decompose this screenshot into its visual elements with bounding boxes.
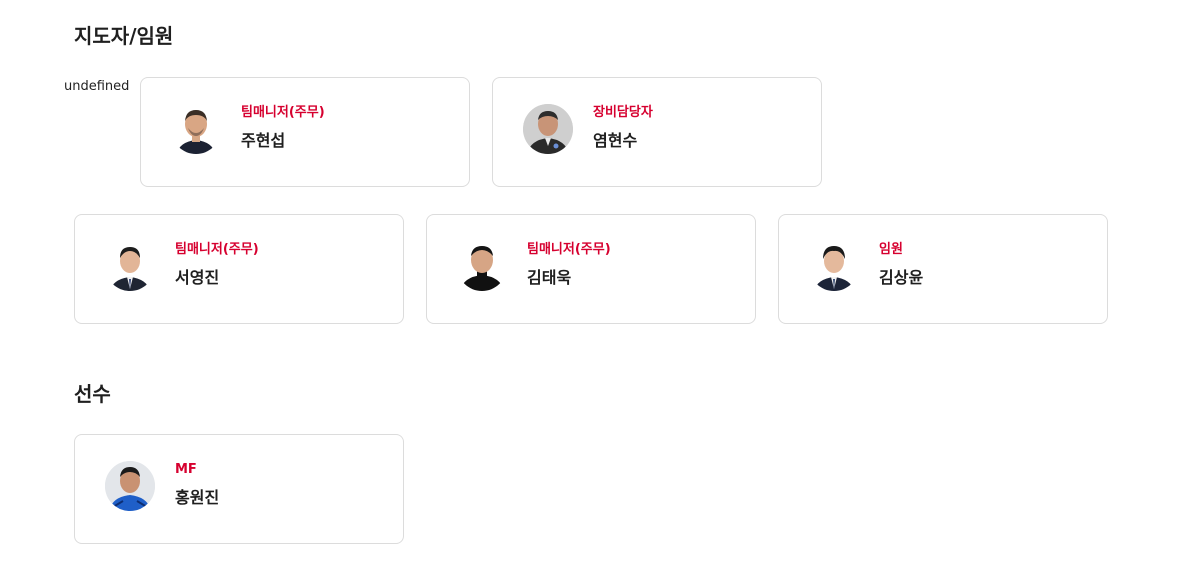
avatar	[523, 104, 573, 154]
staff-role: 팀매니저(주무)	[527, 242, 611, 257]
avatar	[105, 241, 155, 291]
team-roster-page: 지도자/임원 undefined 팀매니저(주무) 주현섭 장비담당자 염현수 …	[0, 0, 1200, 587]
staff-card[interactable]: 장비담당자 염현수	[492, 77, 822, 187]
players-section-title: 선수	[74, 382, 111, 406]
staff-card[interactable]: 팀매니저(주무) 서영진	[74, 214, 404, 324]
staff-role: 장비담당자	[593, 105, 653, 120]
avatar	[809, 241, 859, 291]
staff-role: 임원	[879, 242, 903, 257]
avatar	[457, 241, 507, 291]
staff-card[interactable]: 팀매니저(주무) 김태욱	[426, 214, 756, 324]
player-position: MF	[175, 462, 197, 477]
avatar	[105, 461, 155, 511]
staff-name: 염현수	[593, 131, 638, 150]
staff-role: 팀매니저(주무)	[241, 105, 325, 120]
staff-name: 서영진	[175, 268, 220, 287]
staff-card[interactable]: 임원 김상윤	[778, 214, 1108, 324]
staff-name: 김상윤	[879, 268, 924, 287]
undefined-label: undefined	[64, 79, 130, 94]
staff-section-title: 지도자/임원	[74, 24, 174, 48]
player-name: 홍원진	[175, 488, 220, 507]
avatar	[171, 104, 221, 154]
player-card[interactable]: MF 홍원진	[74, 434, 404, 544]
staff-name: 김태욱	[527, 268, 572, 287]
staff-card[interactable]: 팀매니저(주무) 주현섭	[140, 77, 470, 187]
staff-name: 주현섭	[241, 131, 286, 150]
staff-role: 팀매니저(주무)	[175, 242, 259, 257]
